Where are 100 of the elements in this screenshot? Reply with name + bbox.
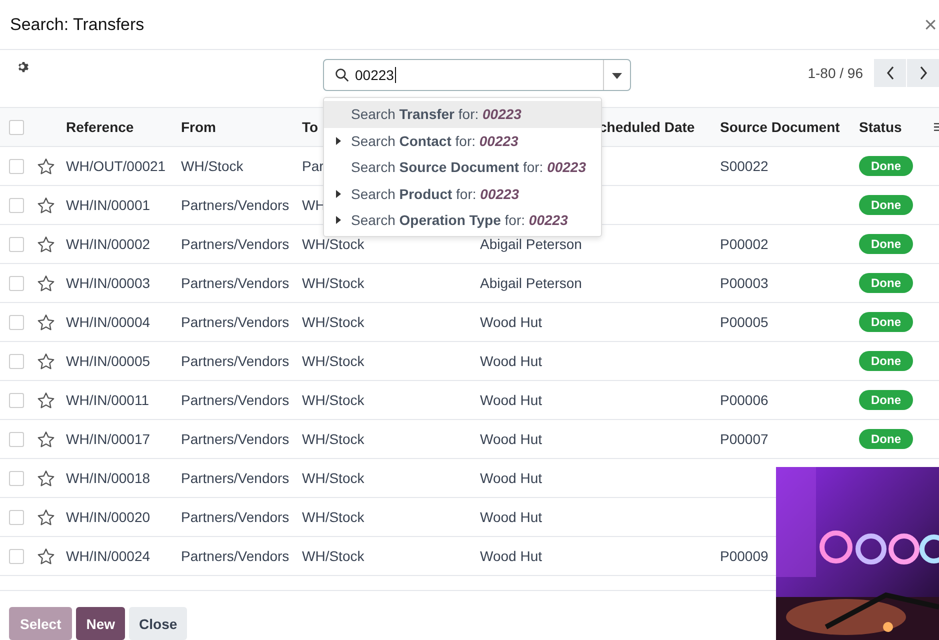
column-header[interactable]: cheduled Date [599,119,695,135]
table-cell: Wood Hut [480,314,542,330]
table-cell: Partners/Vendors [181,236,290,252]
expand-icon[interactable] [336,136,341,145]
star-icon[interactable] [37,392,55,408]
table-cell: WH/IN/00004 [66,314,150,330]
star-icon[interactable] [37,274,55,292]
table-cell: WH/Stock [302,392,364,408]
table-cell: WH/Stock [181,158,244,174]
table-cell: Wood Hut [480,353,542,369]
expand-icon[interactable] [336,216,341,224]
table-cell: Partners/Vendors [181,431,290,447]
table-cell: WH/IN/00001 [66,197,150,213]
row-checkbox[interactable] [9,158,24,174]
table-cell: WH/IN/00017 [66,431,150,447]
table-cell: WH/IN/00003 [66,275,150,291]
table-cell: WH/IN/00002 [66,236,150,252]
chevron-left-icon [886,66,894,80]
status-badge: Done [859,195,913,215]
next-button[interactable] [907,59,939,87]
row-checkbox[interactable] [9,354,24,368]
previous-button[interactable] [874,59,906,87]
table-cell: P00003 [720,275,768,291]
table-cell: P00009 [720,548,768,564]
star-icon[interactable] [37,236,55,252]
caret-icon[interactable] [612,73,622,79]
column-options-icon[interactable] [934,121,939,133]
pager-text: 1-80 / 96 [808,65,863,81]
status-badge: Done [859,351,913,371]
suggestion-item[interactable]: Search Operation Type for: 00223 [324,207,601,234]
table-cell: WH/Stock [302,314,364,330]
table-cell: Wood Hut [480,509,542,525]
suggestion-item[interactable]: Search Product for: 00223 [324,180,601,207]
row-checkbox[interactable] [9,314,24,330]
table-cell: Abigail Peterson [480,275,582,291]
column-header[interactable]: From [181,119,216,135]
table-cell: WH/Stock [302,353,364,369]
row-checkbox[interactable] [9,510,24,524]
row-checkbox[interactable] [9,392,24,408]
star-icon[interactable] [37,158,55,174]
table-cell: WH/Stock [302,470,364,486]
search-value: 00223 [355,67,394,83]
close-button[interactable]: × [924,12,939,38]
table-cell: S00022 [720,158,768,174]
table-cell: Par [302,158,324,174]
star-icon[interactable] [37,430,55,448]
row-checkbox[interactable] [9,276,24,290]
table-cell: P00007 [720,431,768,447]
table-cell: Partners/Vendors [181,314,290,330]
table-cell: WH/IN/00020 [66,509,150,525]
star-icon[interactable] [37,508,55,526]
expand-icon[interactable] [336,190,341,198]
table-cell: Partners/Vendors [181,509,290,525]
status-badge: Done [859,156,913,176]
suggestion-item[interactable]: Search Transfer for: 00223 [324,101,601,128]
status-badge: Done [859,312,913,332]
search-icon [335,68,349,82]
table-cell: Wood Hut [480,431,542,447]
row-checkbox[interactable] [9,470,24,486]
table-cell: WH/OUT/00021 [66,158,166,174]
table-cell: Partners/Vendors [181,197,290,213]
row-checkbox[interactable] [9,548,24,564]
table-cell: P00006 [720,392,768,408]
status-badge: Done [859,234,913,254]
table-cell: WH/Stock [302,509,364,525]
table-cell: P00002 [720,236,768,252]
suggestion-item[interactable]: Search Contact for: 00223 [324,128,601,154]
dialog-button[interactable]: Close [129,607,188,640]
settings-icon[interactable] [17,61,30,74]
table-cell: WH/Stock [302,548,364,564]
table-cell: P00005 [720,314,768,330]
row-checkbox[interactable] [9,198,24,212]
table-cell: WH/IN/00011 [66,392,149,408]
row-checkbox[interactable] [9,432,24,446]
star-icon[interactable] [37,352,55,370]
search-field[interactable]: 00223 [323,59,631,91]
dialog-button[interactable]: New [76,607,126,640]
table-cell: WH/Stock [302,236,364,252]
row-checkbox[interactable] [9,236,24,252]
star-icon[interactable] [37,548,55,564]
star-icon[interactable] [37,196,55,214]
select-all-checkbox[interactable] [9,120,24,134]
chevron-right-icon [918,66,928,80]
table-cell: Wood Hut [480,392,542,408]
status-badge: Done [859,390,913,410]
table-cell: Wood Hut [480,470,542,486]
column-header[interactable]: Source Document [720,119,840,135]
column-header[interactable]: Reference [66,119,134,135]
suggestion-item[interactable]: Search Source Document for: 00223 [324,154,601,180]
star-icon[interactable] [37,314,55,330]
column-header[interactable]: To [302,119,318,135]
table-cell: Partners/Vendors [181,353,290,369]
status-badge: Done [859,273,913,293]
star-icon[interactable] [37,470,55,486]
table-cell: WH/IN/00024 [66,548,150,564]
column-header[interactable]: Status [859,119,902,135]
table-cell: Abigail Peterson [480,236,582,252]
table-cell: Partners/Vendors [181,470,290,486]
dialog-title: Search: Transfers [10,14,144,34]
table-cell: Wood Hut [480,548,542,564]
